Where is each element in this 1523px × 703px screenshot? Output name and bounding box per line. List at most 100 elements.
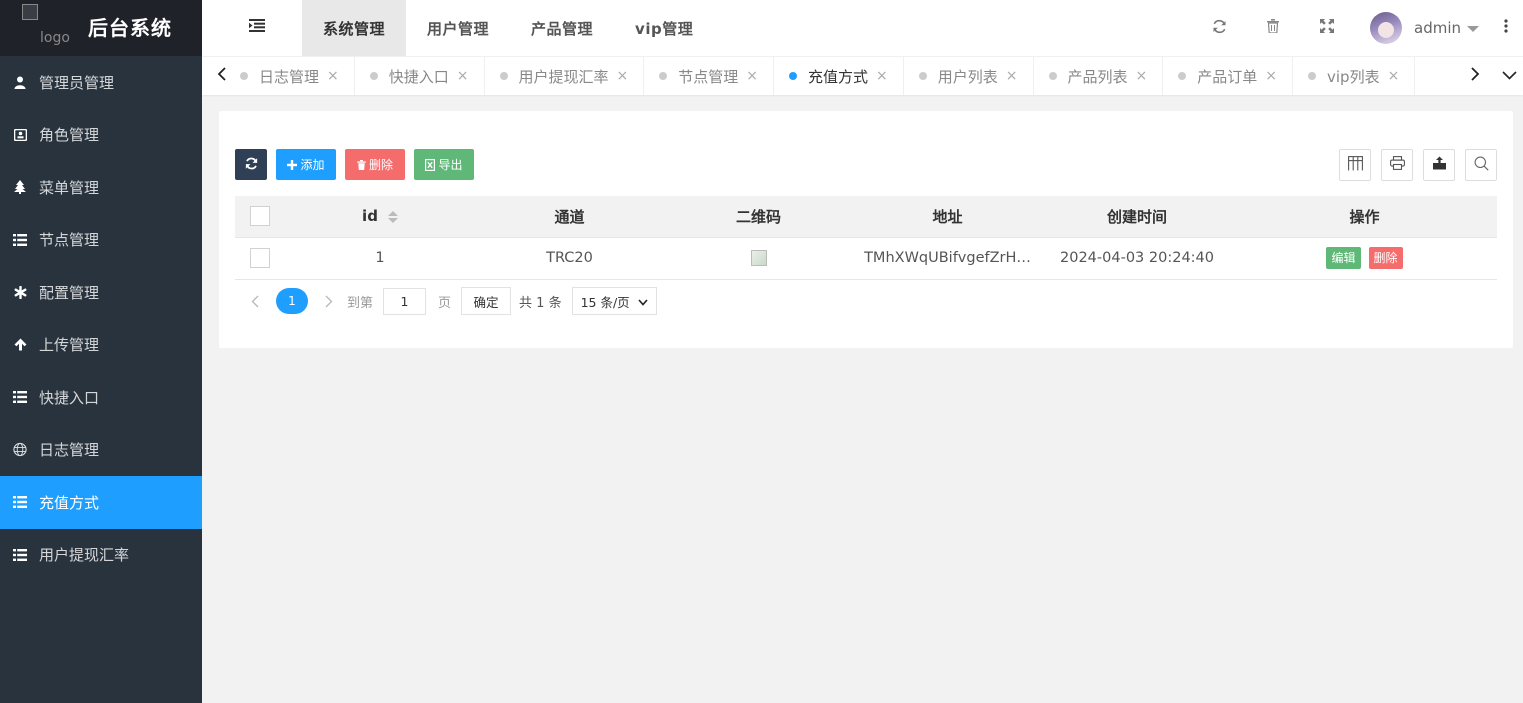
close-icon[interactable]: × <box>1006 68 1018 84</box>
close-icon[interactable]: × <box>457 68 469 84</box>
sidebar-item-admin[interactable]: 管理员管理 <box>0 56 202 109</box>
id-card-icon <box>13 128 27 142</box>
page-tab-node[interactable]: 节点管理 × <box>659 57 774 95</box>
top-tab-product[interactable]: 产品管理 <box>510 0 614 56</box>
page-tab-shortcut[interactable]: 快捷入口 × <box>369 57 485 95</box>
column-header-address: 地址 <box>853 196 1042 238</box>
delete-button-label: 删除 <box>368 158 393 172</box>
sidebar-toggle-button[interactable] <box>246 16 268 38</box>
export-button[interactable]: 导出 <box>414 149 474 180</box>
page-size-value: 15 条/页 <box>580 294 630 310</box>
top-tab-user[interactable]: 用户管理 <box>406 0 510 56</box>
sort-icon[interactable] <box>387 210 398 223</box>
goto-label: 到第 <box>347 295 374 311</box>
sidebar-item-withdraw-rate[interactable]: 用户提现汇率 <box>0 529 202 582</box>
edit-button[interactable]: 编辑 <box>1326 247 1361 269</box>
sidebar-item-shortcut[interactable]: 快捷入口 <box>0 371 202 424</box>
batch-delete-button[interactable]: 删除 <box>345 149 405 180</box>
top-tab-system[interactable]: 系统管理 <box>302 0 407 56</box>
next-page-button[interactable] <box>317 287 341 315</box>
username[interactable]: admin <box>1414 19 1461 37</box>
page-tab-label: 快捷入口 <box>388 67 449 86</box>
sidebar-item-menu[interactable]: 菜单管理 <box>0 161 202 214</box>
header-checkbox-cell <box>235 196 285 238</box>
close-icon[interactable]: × <box>746 68 758 84</box>
page-tab-vip-list[interactable]: vip列表 × <box>1308 57 1416 95</box>
close-icon[interactable]: × <box>1136 68 1148 84</box>
clear-cache-button[interactable] <box>1262 17 1284 39</box>
prev-page-button[interactable] <box>243 287 267 315</box>
tabs-scroll-right-button[interactable] <box>1464 65 1486 87</box>
delete-button[interactable]: 删除 <box>1368 247 1403 269</box>
qrcode-image[interactable] <box>750 250 767 266</box>
close-icon[interactable]: × <box>1388 68 1400 84</box>
page-tab-label: 充值方式 <box>808 67 869 86</box>
broken-image-icon <box>22 4 38 20</box>
sidebar-item-label: 菜单管理 <box>39 178 100 197</box>
asterisk-icon <box>13 285 27 299</box>
close-icon[interactable]: × <box>617 68 629 84</box>
search-toggle-button[interactable] <box>1465 149 1497 181</box>
add-button[interactable]: 添加 <box>276 149 336 180</box>
sidebar-item-label: 节点管理 <box>39 231 100 250</box>
page-tab-log[interactable]: 日志管理 × <box>240 57 355 95</box>
page-tab-recharge[interactable]: 充值方式 × <box>789 57 904 95</box>
sidebar-item-node[interactable]: 节点管理 <box>0 214 202 267</box>
sidebar-item-log[interactable]: 日志管理 <box>0 424 202 477</box>
sidebar-item-label: 快捷入口 <box>39 388 100 407</box>
list-icon <box>13 495 27 509</box>
tabs-scroll-left-button[interactable] <box>210 65 232 87</box>
page-tab-user-list[interactable]: 用户列表 × <box>918 57 1034 95</box>
chevron-left-icon <box>217 67 226 85</box>
page-tab-label: 产品订单 <box>1197 67 1258 86</box>
page-tab-product-order[interactable]: 产品订单 × <box>1178 57 1293 95</box>
list-icon <box>13 390 27 404</box>
avatar[interactable] <box>1370 12 1402 44</box>
column-filter-button[interactable] <box>1339 149 1371 181</box>
sidebar-item-recharge[interactable]: 充值方式 <box>0 476 202 529</box>
top-tab-vip[interactable]: vip管理 <box>614 0 714 56</box>
more-options-button[interactable] <box>1499 17 1513 39</box>
tab-status-dot <box>918 72 927 80</box>
sidebar-item-config[interactable]: 配置管理 <box>0 266 202 319</box>
page-tab-withdraw-rate[interactable]: 用户提现汇率 × <box>499 57 645 95</box>
refresh-icon <box>245 157 258 173</box>
sidebar-item-label: 用户提现汇率 <box>39 546 130 565</box>
print-button[interactable] <box>1381 149 1413 181</box>
tree-icon <box>13 180 27 195</box>
goto-page-input[interactable]: 1 <box>383 287 427 315</box>
page-size-select[interactable]: 15 条/页 <box>571 287 657 315</box>
page-tab-product-list[interactable]: 产品列表 × <box>1048 57 1164 95</box>
page-tab-label: 日志管理 <box>259 67 320 86</box>
cell-created: 2024-04-03 20:24:40 <box>1042 237 1232 280</box>
sidebar-item-role[interactable]: 角色管理 <box>0 109 202 162</box>
page-unit-label: 页 <box>438 295 452 311</box>
tab-status-dot <box>1308 72 1316 80</box>
column-header-id[interactable]: id <box>285 196 475 238</box>
column-header-qrcode: 二维码 <box>664 196 853 238</box>
fullscreen-button[interactable] <box>1316 17 1338 39</box>
cell-id: 1 <box>285 237 475 280</box>
reload-button[interactable] <box>235 149 267 180</box>
close-icon[interactable]: × <box>327 68 339 84</box>
current-page[interactable]: 1 <box>276 288 308 314</box>
header-actions: admin <box>1208 0 1523 56</box>
indent-icon <box>249 18 265 36</box>
caret-down-icon[interactable] <box>1467 26 1479 32</box>
refresh-button[interactable] <box>1208 17 1230 39</box>
close-icon[interactable]: × <box>876 68 888 84</box>
close-icon[interactable]: × <box>1265 68 1277 84</box>
row-checkbox[interactable] <box>250 248 270 268</box>
sidebar-item-upload[interactable]: 上传管理 <box>0 319 202 372</box>
top-nav-tabs: 系统管理 用户管理 产品管理 vip管理 <box>302 0 714 56</box>
export-dropdown-button[interactable] <box>1423 149 1455 181</box>
table-row: 1 TRC20 TMhXWqUBifvgefZrH… 2024-04-03 20… <box>235 237 1497 280</box>
tab-status-dot <box>1048 72 1057 80</box>
select-all-checkbox[interactable] <box>250 206 270 227</box>
goto-confirm-button[interactable]: 确定 <box>461 287 512 315</box>
page-tab-strip: 日志管理 × 快捷入口 × 用户提现汇率 × 节点管理 × 充值方式 × 用户列表 × 产品… <box>202 56 1523 95</box>
table-header-row: id 通道 二维码 地址 创建时间 操作 <box>235 196 1497 238</box>
tabs-menu-button[interactable] <box>1498 65 1520 87</box>
sidebar-item-label: 角色管理 <box>39 126 100 145</box>
tab-status-dot <box>789 72 797 80</box>
